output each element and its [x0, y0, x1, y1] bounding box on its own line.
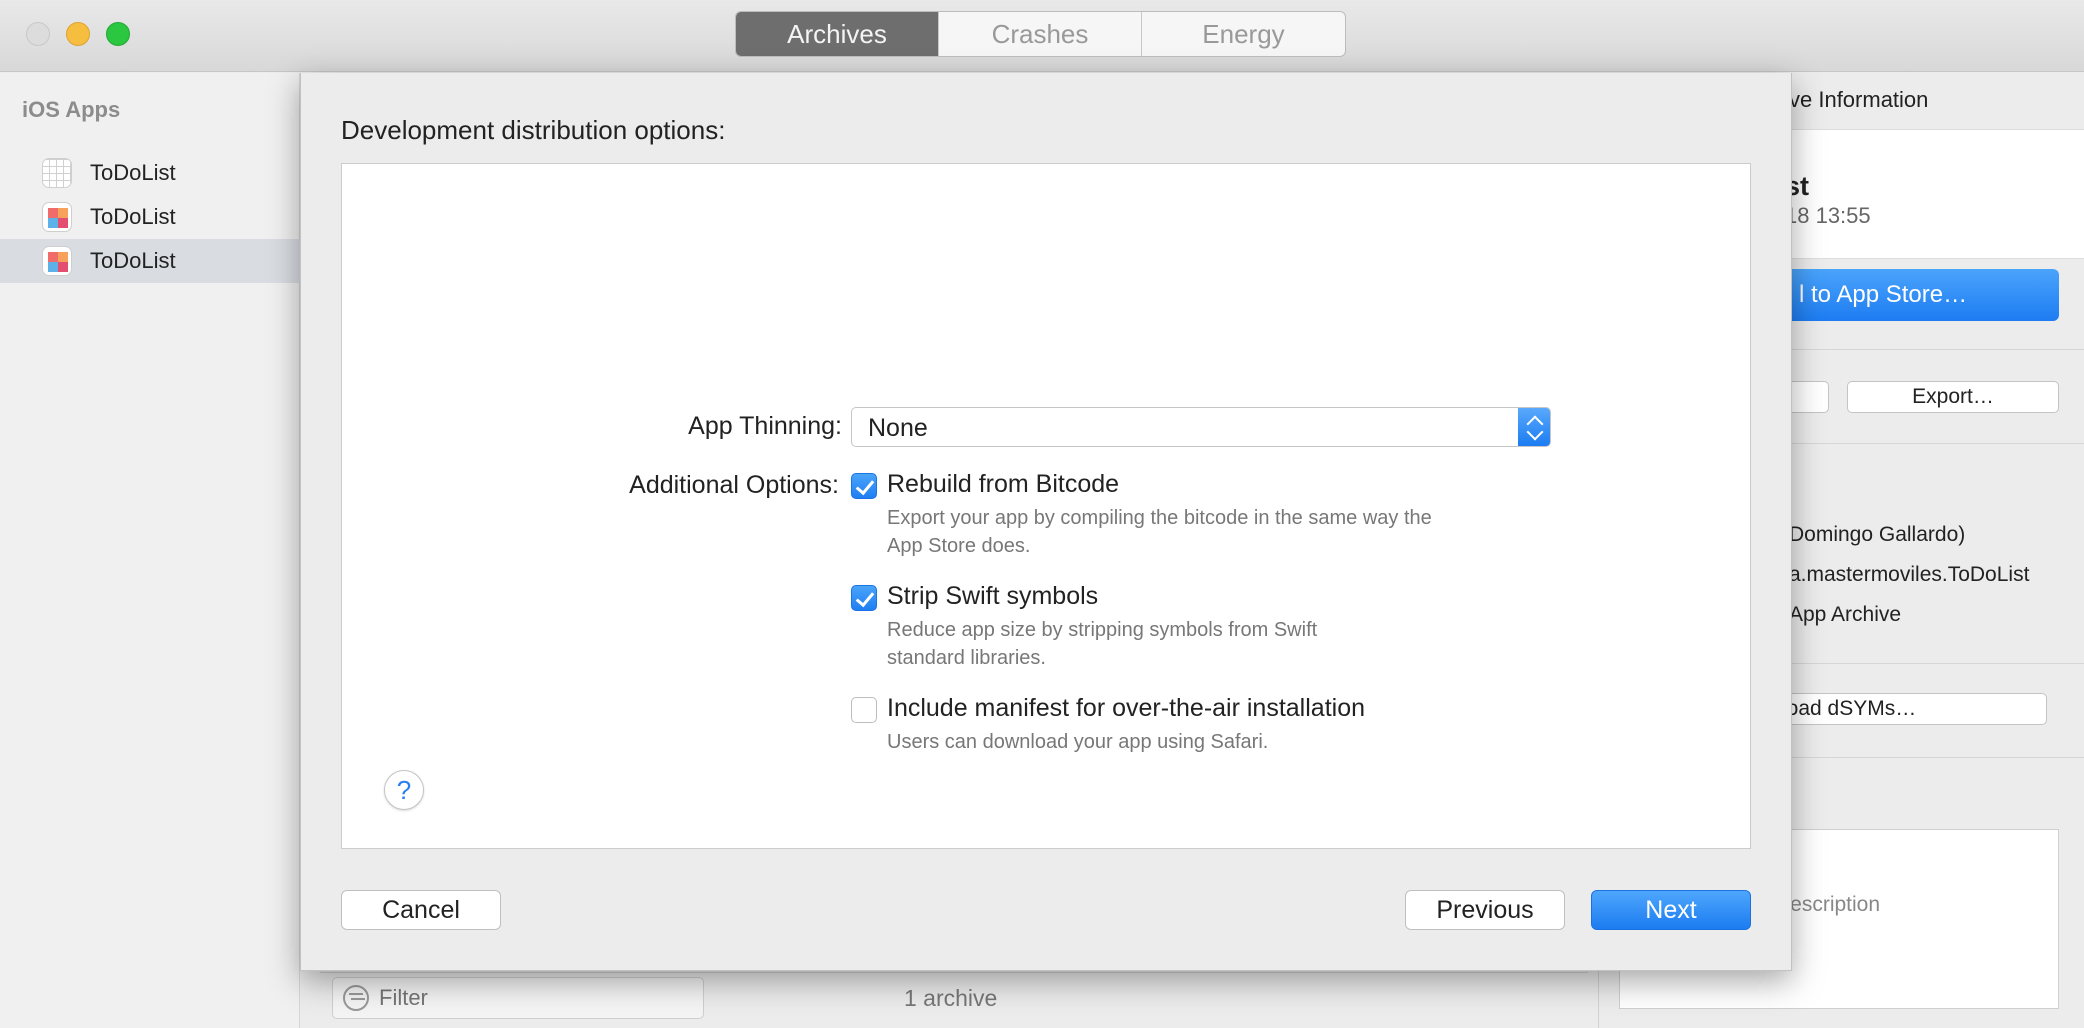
rebuild-from-bitcode-description: Export your app by compiling the bitcode… — [887, 507, 1432, 557]
include-manifest-description: Users can download your app using Safari… — [887, 731, 1269, 753]
include-manifest-checkbox[interactable] — [851, 697, 877, 723]
organizer-segmented-control: Archives Crashes Energy — [735, 11, 1346, 57]
filter-field[interactable] — [332, 977, 704, 1019]
strip-swift-symbols-description: Reduce app size by stripping symbols fro… — [887, 619, 1318, 669]
include-manifest-label: Include manifest for over-the-air instal… — [887, 694, 1366, 722]
archives-bottom-bar: 1 archive — [320, 972, 1588, 1028]
cancel-button[interactable]: Cancel — [341, 890, 501, 930]
sheet-title: Development distribution options: — [341, 115, 726, 145]
strip-swift-symbols-label: Strip Swift symbols — [887, 582, 1099, 610]
tab-energy[interactable]: Energy — [1142, 12, 1345, 56]
distribution-options-sheet: Development distribution options: App Th… — [300, 73, 1792, 971]
upload-to-app-store-button[interactable]: l to App Store… — [1769, 269, 2059, 321]
sidebar-item-label: ToDoList — [90, 160, 176, 185]
identifier-value: a.mastermoviles.ToDoList — [1789, 563, 2030, 586]
app-thinning-value: None — [868, 414, 928, 442]
tab-archives[interactable]: Archives — [736, 12, 939, 56]
sidebar-item-todolist-selected[interactable]: ToDoList — [0, 239, 300, 283]
sidebar-item-label: ToDoList — [90, 248, 176, 273]
window-zoom-button[interactable] — [106, 22, 130, 46]
type-value: App Archive — [1789, 603, 1902, 626]
sidebar: iOS Apps ToDoList ToDoList ToDoList — [0, 73, 300, 1028]
app-icon — [42, 202, 72, 232]
export-button[interactable]: Export… — [1847, 381, 2059, 413]
sidebar-item-todolist[interactable]: ToDoList — [0, 195, 300, 239]
tab-crashes[interactable]: Crashes — [939, 12, 1142, 56]
sidebar-item-label: ToDoList — [90, 204, 176, 229]
rebuild-from-bitcode-label: Rebuild from Bitcode — [887, 470, 1120, 498]
download-dsyms-button[interactable]: load dSYMs… — [1769, 693, 2047, 725]
next-button[interactable]: Next — [1591, 890, 1751, 930]
help-button[interactable]: ? — [384, 770, 424, 810]
window-close-button[interactable] — [26, 22, 50, 46]
app-thinning-select[interactable]: None — [851, 407, 1551, 447]
chevron-updown-icon — [1518, 408, 1550, 446]
app-thinning-label: App Thinning: — [688, 412, 842, 440]
additional-options-label: Additional Options: — [629, 471, 839, 499]
filter-icon — [343, 985, 369, 1011]
sidebar-item-todolist[interactable]: ToDoList — [0, 151, 300, 195]
placeholder-grid-icon — [42, 158, 72, 188]
team-value: Domingo Gallardo) — [1789, 523, 1966, 546]
filter-input[interactable] — [379, 985, 679, 1011]
window-titlebar: Archives Crashes Energy — [0, 0, 2084, 72]
archive-count: 1 archive — [904, 985, 998, 1011]
archive-date: 18 13:55 — [1785, 203, 1871, 228]
options-panel: App Thinning: None Additional Options: R… — [341, 163, 1751, 849]
strip-swift-symbols-checkbox[interactable] — [851, 585, 877, 611]
app-icon — [42, 246, 72, 276]
sidebar-section-header: iOS Apps — [22, 97, 121, 122]
window-minimize-button[interactable] — [66, 22, 90, 46]
previous-button[interactable]: Previous — [1405, 890, 1565, 930]
rebuild-from-bitcode-checkbox[interactable] — [851, 473, 877, 499]
